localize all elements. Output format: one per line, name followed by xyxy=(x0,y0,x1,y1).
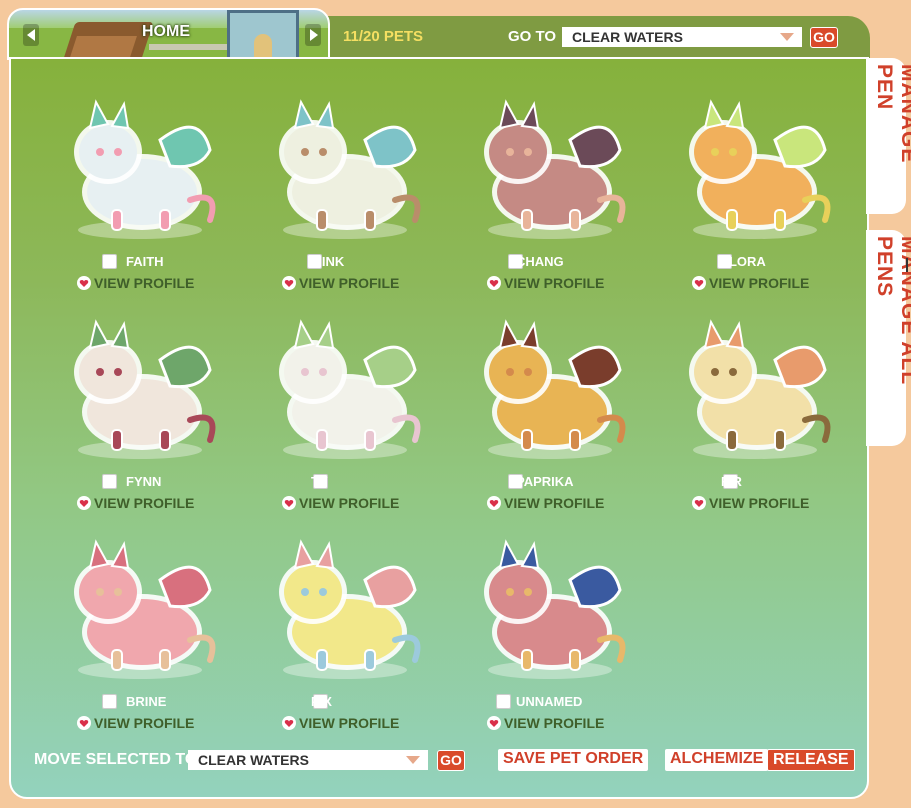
heart-icon xyxy=(692,496,706,510)
chevron-down-icon xyxy=(780,33,794,41)
pet-name: FIR xyxy=(721,474,742,489)
heart-icon xyxy=(487,716,501,730)
pet-card: FLORA VIEW PROFILE xyxy=(665,80,845,291)
pet-name: PIX xyxy=(311,694,332,709)
heart-icon xyxy=(692,276,706,290)
heart-icon xyxy=(77,496,91,510)
heart-icon xyxy=(77,276,91,290)
goto-pen-selected: CLEAR WATERS xyxy=(572,29,683,45)
tab-manage-pen[interactable]: MANAGE PEN xyxy=(866,58,911,214)
goto-label: GO TO xyxy=(508,28,557,45)
heart-icon xyxy=(77,716,91,730)
alchemize-button[interactable]: ALCHEMIZE xyxy=(665,749,769,771)
heart-icon xyxy=(487,276,501,290)
pet-select-checkbox[interactable] xyxy=(102,474,117,489)
pet-card: BRINE VIEW PROFILE xyxy=(50,520,230,731)
goto-pen-select[interactable]: CLEAR WATERS xyxy=(562,27,802,47)
home-tab[interactable]: HOME xyxy=(7,8,330,60)
heart-icon xyxy=(282,716,296,730)
chevron-down-icon xyxy=(406,756,420,764)
pet-image[interactable] xyxy=(460,300,640,468)
save-pet-order-button[interactable]: SAVE PET ORDER xyxy=(498,749,649,771)
pet-card: FAITH VIEW PROFILE xyxy=(50,80,230,291)
pet-name: FLORA xyxy=(721,254,766,269)
heart-icon xyxy=(282,276,296,290)
pet-name: FAITH xyxy=(126,254,164,269)
pet-card: PAPRIKA VIEW PROFILE xyxy=(460,300,640,511)
view-profile-link[interactable]: VIEW PROFILE xyxy=(504,715,604,731)
pet-count: 11/20 PETS xyxy=(343,28,424,45)
heart-icon xyxy=(282,496,296,510)
pet-card: PIX VIEW PROFILE xyxy=(255,520,435,731)
pet-image[interactable] xyxy=(460,80,640,248)
mouse-cursor-icon xyxy=(906,258,911,272)
pet-name: BRINE xyxy=(126,694,167,709)
pet-name: MINK xyxy=(311,254,345,269)
pet-image[interactable] xyxy=(460,520,640,688)
home-tab-cabin xyxy=(62,22,154,58)
pet-select-checkbox[interactable] xyxy=(102,694,117,709)
pet-image[interactable] xyxy=(255,80,435,248)
view-profile-link[interactable]: VIEW PROFILE xyxy=(504,275,604,291)
pet-select-checkbox[interactable] xyxy=(102,254,117,269)
move-selected-value: CLEAR WATERS xyxy=(198,752,309,768)
pet-card: UNNAMED VIEW PROFILE xyxy=(460,520,640,731)
view-profile-link[interactable]: VIEW PROFILE xyxy=(94,715,194,731)
pet-image[interactable] xyxy=(255,300,435,468)
home-label[interactable]: HOME xyxy=(142,23,190,41)
view-profile-link[interactable]: VIEW PROFILE xyxy=(709,495,809,511)
view-profile-link[interactable]: VIEW PROFILE xyxy=(504,495,604,511)
pet-image[interactable] xyxy=(50,80,230,248)
view-profile-link[interactable]: VIEW PROFILE xyxy=(709,275,809,291)
pet-card: TY VIEW PROFILE xyxy=(255,300,435,511)
tab-manage-pen-label: MANAGE PEN xyxy=(873,64,911,164)
move-selected-select[interactable]: CLEAR WATERS xyxy=(188,750,428,770)
pet-card: CHANG VIEW PROFILE xyxy=(460,80,640,291)
view-profile-link[interactable]: VIEW PROFILE xyxy=(299,495,399,511)
pet-card: FYNN VIEW PROFILE xyxy=(50,300,230,511)
view-profile-link[interactable]: VIEW PROFILE xyxy=(299,275,399,291)
release-button[interactable]: RELEASE xyxy=(767,749,855,771)
next-pen-arrow-icon[interactable] xyxy=(305,24,321,46)
pet-name: TY xyxy=(311,474,328,489)
pet-select-checkbox[interactable] xyxy=(496,694,511,709)
heart-icon xyxy=(487,496,501,510)
move-go-button[interactable]: GO xyxy=(437,750,465,771)
pet-name: CHANG xyxy=(516,254,564,269)
pet-image[interactable] xyxy=(50,520,230,688)
home-tab-fence xyxy=(149,44,229,50)
pet-name: FYNN xyxy=(126,474,162,489)
view-profile-link[interactable]: VIEW PROFILE xyxy=(94,495,194,511)
pet-name: UNNAMED xyxy=(516,694,583,709)
pet-image[interactable] xyxy=(255,520,435,688)
view-profile-link[interactable]: VIEW PROFILE xyxy=(94,275,194,291)
pet-image[interactable] xyxy=(665,300,845,468)
pet-image[interactable] xyxy=(50,300,230,468)
pet-card: MINK VIEW PROFILE xyxy=(255,80,435,291)
tab-manage-all-pens[interactable]: MANAGE ALL PENS xyxy=(866,230,911,446)
pet-card: FIR VIEW PROFILE xyxy=(665,300,845,511)
move-selected-label: MOVE SELECTED TO xyxy=(34,751,198,768)
previous-pen-arrow-icon[interactable] xyxy=(23,24,39,46)
view-profile-link[interactable]: VIEW PROFILE xyxy=(299,715,399,731)
goto-go-button[interactable]: GO xyxy=(810,27,838,48)
pet-image[interactable] xyxy=(665,80,845,248)
pet-name: PAPRIKA xyxy=(516,474,574,489)
